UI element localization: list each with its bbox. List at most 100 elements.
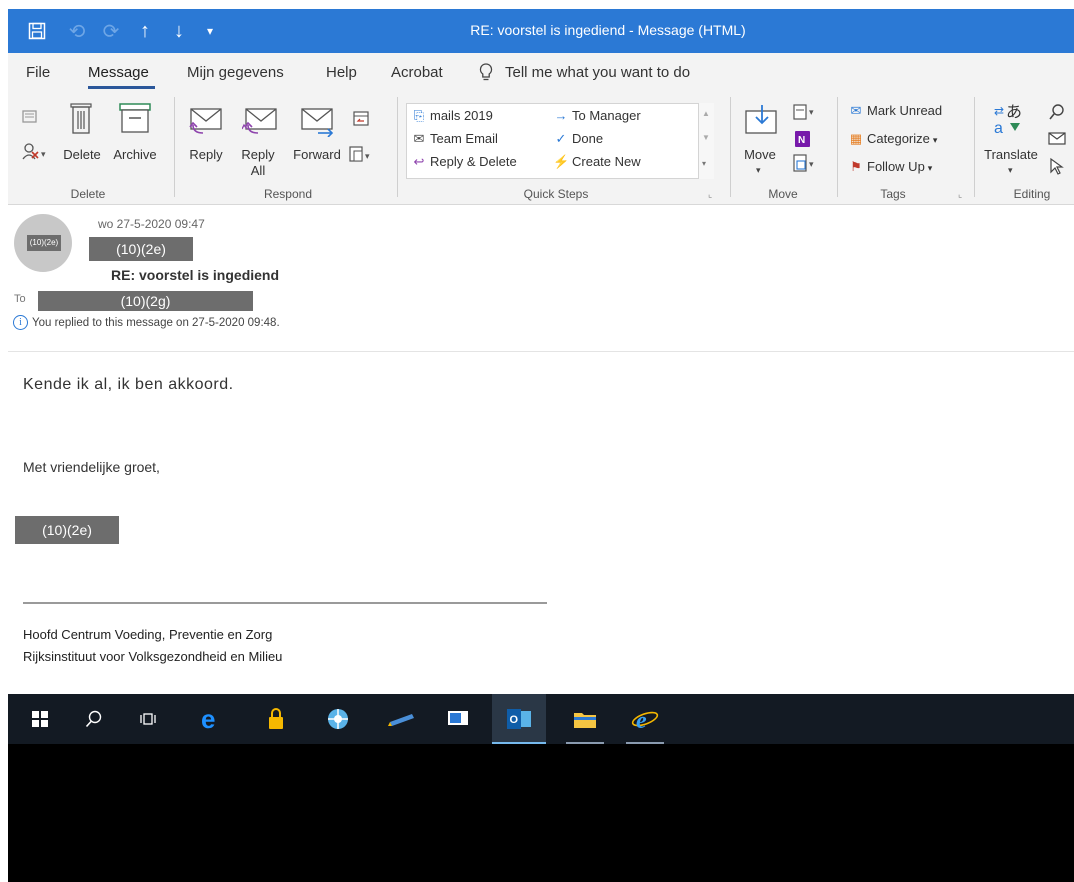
next-item-icon[interactable]: ↓ bbox=[166, 9, 192, 53]
menu-mijn-gegevens[interactable]: Mijn gegevens bbox=[187, 64, 284, 81]
reply-all-button[interactable]: Reply All bbox=[238, 147, 278, 179]
svg-text:a: a bbox=[994, 120, 1003, 137]
qs-mails-2019[interactable]: ⎘ mails 2019 bbox=[411, 108, 493, 124]
categorize-icon: ▦ bbox=[849, 131, 863, 146]
qs-create-new[interactable]: ⚡ Create New bbox=[553, 154, 641, 170]
reply-button[interactable]: Reply bbox=[186, 147, 226, 163]
quick-steps-scrollbar[interactable]: ▲ ▼ ▾ bbox=[698, 103, 714, 179]
archive-button[interactable]: Archive bbox=[110, 147, 160, 163]
ribbon-separator bbox=[174, 97, 175, 197]
forward-icon[interactable] bbox=[300, 105, 336, 142]
file-explorer-icon[interactable] bbox=[560, 694, 610, 744]
qs-create-new-label: Create New bbox=[572, 154, 641, 169]
meeting-reply-icon[interactable] bbox=[352, 109, 370, 132]
translate-icon[interactable]: ⇄ あ a bbox=[992, 101, 1026, 142]
reply-all-icon[interactable] bbox=[241, 105, 278, 142]
actions-icon[interactable]: ▾ bbox=[792, 153, 818, 180]
menu-file[interactable]: File bbox=[26, 64, 50, 81]
select-icon[interactable] bbox=[1048, 157, 1066, 180]
desktop-black-area bbox=[8, 744, 1074, 882]
to-label: To bbox=[14, 293, 26, 305]
taskbar: e O e bbox=[8, 694, 1074, 744]
envelope-icon: ✉ bbox=[413, 131, 425, 146]
signer-redaction: (10)(2e) bbox=[15, 516, 119, 544]
menu-acrobat[interactable]: Acrobat bbox=[391, 64, 443, 81]
editing-group-label: Editing bbox=[1013, 187, 1051, 201]
outlook-taskbar-icon[interactable]: O bbox=[492, 694, 546, 744]
forward-button[interactable]: Forward bbox=[290, 147, 344, 163]
qs-team-email[interactable]: ✉ Team Email bbox=[411, 131, 498, 147]
previous-item-icon[interactable]: ↑ bbox=[132, 9, 158, 53]
recipient-redaction: (10)(2g) bbox=[38, 291, 253, 311]
network-app-icon[interactable] bbox=[316, 694, 360, 744]
lock-app-icon[interactable] bbox=[254, 694, 298, 744]
qs-reply-delete[interactable]: ↩ Reply & Delete bbox=[411, 154, 517, 170]
redo-icon[interactable]: ⟳ bbox=[98, 9, 124, 53]
save-icon[interactable] bbox=[22, 9, 52, 53]
scroll-down-icon[interactable]: ▼ bbox=[702, 133, 710, 142]
follow-up-dropdown-icon: ▾ bbox=[927, 163, 933, 173]
checkmark-icon: ✓ bbox=[555, 131, 567, 146]
qs-to-manager[interactable]: → To Manager bbox=[553, 108, 641, 123]
window-title: RE: voorstel is ingediend - Message (HTM… bbox=[470, 22, 746, 38]
remote-desktop-icon[interactable] bbox=[436, 694, 480, 744]
task-view-icon[interactable] bbox=[126, 694, 170, 744]
categorize-button[interactable]: ▦ Categorize ▾ bbox=[848, 131, 938, 147]
scroll-up-icon[interactable]: ▲ bbox=[702, 109, 710, 118]
tags-dialog-launcher-icon[interactable]: ⌞ bbox=[958, 189, 962, 200]
delete-button[interactable]: Delete bbox=[60, 147, 104, 163]
svg-text:▾: ▾ bbox=[809, 159, 814, 169]
menu-help[interactable]: Help bbox=[326, 64, 357, 81]
translate-button[interactable]: Translate bbox=[980, 147, 1042, 163]
delete-group-label: Delete bbox=[70, 187, 106, 201]
rules-icon[interactable]: ▾ bbox=[792, 103, 818, 128]
junk-icon[interactable]: ▾ bbox=[21, 141, 49, 166]
related-icon[interactable] bbox=[1048, 131, 1066, 152]
internet-explorer-icon[interactable]: e bbox=[620, 694, 670, 744]
translate-dropdown-icon[interactable]: ▾ bbox=[1008, 165, 1013, 176]
ignore-icon[interactable] bbox=[21, 107, 39, 130]
find-icon[interactable] bbox=[1048, 103, 1066, 126]
reply-all-label-1: Reply bbox=[241, 147, 275, 162]
ribbon-separator bbox=[974, 97, 975, 197]
respond-group-label: Respond bbox=[263, 187, 313, 201]
customize-qat-icon[interactable]: ▾ bbox=[200, 9, 220, 53]
undo-icon[interactable]: ⟲ bbox=[64, 9, 90, 53]
search-icon[interactable] bbox=[72, 694, 116, 744]
signature-line-1: Hoofd Centrum Voeding, Preventie en Zorg bbox=[23, 627, 273, 642]
outlook-message-window: ⟲ ⟳ ↑ ↓ ▾ RE: voorstel is ingediend - Me… bbox=[8, 9, 1074, 882]
svg-text:N: N bbox=[798, 135, 805, 146]
replied-notice-text: You replied to this message on 27-5-2020… bbox=[32, 316, 280, 329]
avatar-redaction: (10)(2e) bbox=[27, 235, 61, 251]
ribbon: ▾ Delete Archive Delete Reply Reply All F… bbox=[8, 91, 1074, 205]
move-icon[interactable] bbox=[744, 103, 780, 142]
dialog-launcher-icon[interactable]: ⌞ bbox=[708, 189, 712, 200]
quick-steps-group-label: Quick Steps bbox=[523, 187, 589, 201]
qs-done[interactable]: ✓ Done bbox=[553, 131, 604, 147]
archive-icon[interactable] bbox=[118, 101, 152, 140]
pen-app-icon[interactable] bbox=[380, 694, 424, 744]
svg-text:⇄: ⇄ bbox=[994, 104, 1004, 118]
reply-icon[interactable] bbox=[189, 105, 225, 142]
start-windows-icon[interactable] bbox=[20, 694, 60, 744]
follow-up-button[interactable]: ⚑ Follow Up ▾ bbox=[848, 159, 932, 175]
arrow-right-icon: → bbox=[554, 108, 568, 123]
move-group-label: Move bbox=[768, 187, 798, 201]
move-dropdown-icon[interactable]: ▾ bbox=[756, 165, 761, 176]
move-button[interactable]: Move bbox=[736, 147, 784, 163]
message-date: wo 27-5-2020 09:47 bbox=[98, 217, 205, 231]
replied-notice[interactable]: i You replied to this message on 27-5-202… bbox=[13, 315, 280, 330]
tell-me-search[interactable]: Tell me what you want to do bbox=[505, 64, 690, 81]
onenote-icon[interactable]: N bbox=[792, 129, 812, 154]
active-tab-indicator bbox=[88, 86, 155, 89]
gallery-expand-icon[interactable]: ▾ bbox=[702, 159, 706, 168]
title-bar: ⟲ ⟳ ↑ ↓ ▾ RE: voorstel is ingediend - Me… bbox=[8, 9, 1074, 53]
more-respond-icon[interactable]: ▾ bbox=[348, 145, 374, 170]
menu-message[interactable]: Message bbox=[88, 64, 149, 81]
mark-unread-button[interactable]: ✉ Mark Unread bbox=[848, 103, 943, 119]
svg-text:▾: ▾ bbox=[365, 151, 370, 161]
qs-team-email-label: Team Email bbox=[430, 131, 498, 146]
categorize-label: Categorize bbox=[867, 131, 930, 146]
delete-icon[interactable] bbox=[68, 101, 94, 140]
edge-browser-icon[interactable]: e bbox=[190, 694, 234, 744]
